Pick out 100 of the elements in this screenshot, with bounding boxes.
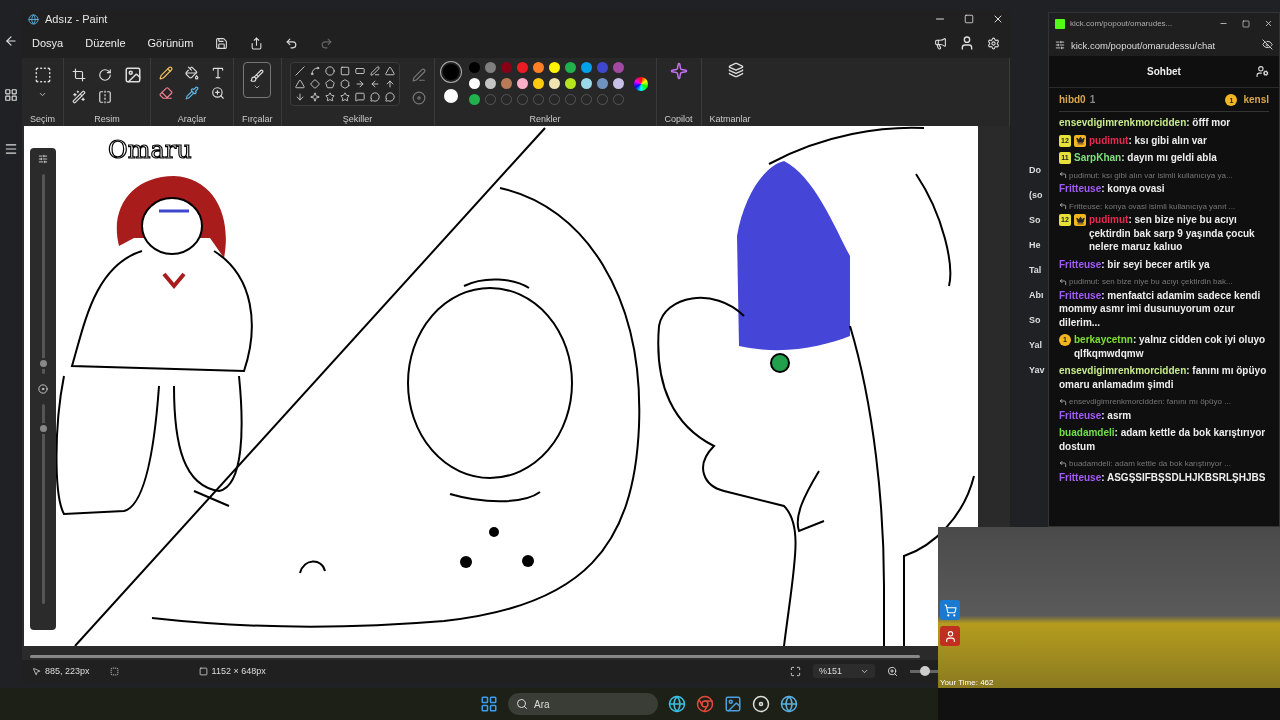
color-swatch[interactable] [612,78,624,89]
avatar-icon[interactable] [959,35,975,51]
zoom-out-icon[interactable] [887,665,898,677]
color-swatch[interactable] [500,78,512,89]
copilot-logo-icon[interactable] [669,62,688,80]
color-swatch[interactable] [484,62,496,73]
grid-icon[interactable] [4,88,18,102]
reply-preview[interactable]: buadamdeli: adam kettle da bok karıştınyor ... [1069,457,1231,471]
four-point-star-shape-icon[interactable] [308,92,321,102]
menu-item[interactable]: Düzenle [85,37,126,49]
close-icon[interactable] [1264,19,1273,28]
color-swatch[interactable] [484,78,496,89]
character-icon[interactable] [940,626,960,646]
reply-preview[interactable]: Fritteuse: konya ovasi isimli kullanıcıya yanıt ... [1069,199,1236,213]
slider-thumb[interactable] [37,423,49,434]
opacity-icon[interactable] [38,384,48,394]
photos-icon[interactable] [724,695,742,713]
user-settings-icon[interactable] [1256,65,1269,78]
eraser-icon[interactable] [159,86,173,100]
color-swatch[interactable] [516,62,528,73]
slider-thumb[interactable] [37,358,49,370]
pentagon-shape-icon[interactable] [323,79,336,89]
diamond-shape-icon[interactable] [308,79,321,89]
color-wheel-icon[interactable] [633,76,648,91]
triangle-shape-icon[interactable] [383,66,396,76]
rounded-rectangle-shape-icon[interactable] [353,66,366,76]
reply-preview[interactable]: pudimut: ksı gibi alın var isimli kullanıcıya ya... [1069,168,1233,182]
undo-icon[interactable] [285,36,299,50]
close-icon[interactable] [992,13,1004,25]
menu-item[interactable]: Görünüm [147,37,194,49]
color-swatch[interactable] [580,62,592,73]
color-swatch[interactable] [500,62,512,73]
menu-item[interactable]: Dosya [32,37,64,49]
magnifier-icon[interactable] [211,86,225,100]
fit-screen-icon[interactable] [789,665,801,677]
redo-icon[interactable] [320,36,334,50]
eye-off-icon[interactable] [1262,38,1273,50]
color-swatch[interactable] [516,78,528,89]
chrome-icon[interactable] [696,695,714,713]
cloud-callout-shape-icon[interactable] [383,92,396,102]
rectangle-shape-icon[interactable] [338,66,351,76]
save-icon[interactable] [215,36,229,50]
curve-shape-icon[interactable] [308,66,321,76]
zoom-dropdown[interactable]: %151 [812,664,875,678]
color-swatch[interactable] [468,78,480,89]
scrollbar[interactable] [30,654,920,658]
search-field[interactable]: Ara [508,693,658,715]
flip-icon[interactable] [98,90,112,104]
hexagon-shape-icon[interactable] [338,79,351,89]
start-icon[interactable] [480,695,498,713]
color-swatch[interactable] [532,62,544,73]
speech-bubble-shape-icon[interactable] [353,92,366,102]
site-settings-icon[interactable] [1055,40,1065,50]
zoom-slider-thumb[interactable] [920,665,931,676]
reply-preview[interactable]: ensevdigimrenkmorcidden: fanını mı öpüyo ... [1069,395,1231,409]
color-picker-icon[interactable] [185,86,199,100]
color-swatch[interactable] [548,78,560,89]
color-swatch[interactable] [564,62,576,73]
layers-icon[interactable] [727,62,744,78]
brush-size-icon[interactable] [38,154,48,164]
paint-icon[interactable] [780,695,798,713]
reply-preview[interactable]: pudimut: sen bize niye bu acıyı çektirdin bak... [1069,275,1233,289]
outline-icon[interactable] [411,67,426,82]
right-triangle-shape-icon[interactable] [293,79,306,89]
star-shape-icon[interactable] [323,92,336,102]
maximize-icon[interactable] [1242,19,1250,28]
color-swatch[interactable] [532,78,544,89]
fill-bucket-icon[interactable] [185,66,199,80]
maximize-icon[interactable] [964,14,974,24]
selection-icon[interactable] [33,66,52,84]
primary-color[interactable] [442,64,459,80]
settings-icon[interactable] [987,36,1000,50]
brush-button[interactable] [243,62,272,98]
pencil-icon[interactable] [159,66,173,80]
oval-shape-icon[interactable] [323,66,336,76]
back-arrow-icon[interactable] [4,34,18,48]
color-swatch[interactable] [548,62,560,73]
crop-icon[interactable] [72,68,86,82]
color-swatch[interactable] [468,94,480,105]
image-icon[interactable] [124,66,142,84]
app-icon[interactable] [752,695,770,713]
chevron-down-icon[interactable] [253,83,262,91]
cart-icon[interactable] [940,600,960,620]
color-swatch[interactable] [596,78,608,89]
color-swatch[interactable] [612,62,624,73]
fill-icon[interactable] [411,90,426,105]
search-icon[interactable] [516,698,528,710]
megaphone-icon[interactable] [934,36,947,50]
line-shape-icon[interactable] [293,66,306,76]
edge-icon[interactable] [668,695,686,713]
text-tool-icon[interactable] [211,66,225,80]
oval-callout-shape-icon[interactable] [368,92,381,102]
secondary-color[interactable] [443,89,458,103]
rotate-icon[interactable] [98,68,112,82]
menu-icon[interactable] [4,142,18,156]
brush-icon[interactable] [250,69,265,83]
color-swatch[interactable] [564,78,576,89]
color-swatch[interactable] [596,62,608,73]
color-swatch[interactable] [468,62,480,73]
share-icon[interactable] [250,36,264,50]
